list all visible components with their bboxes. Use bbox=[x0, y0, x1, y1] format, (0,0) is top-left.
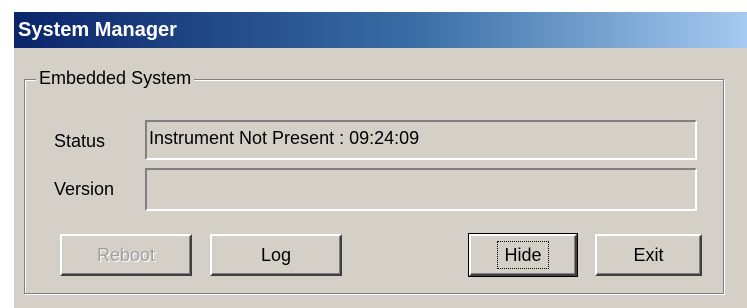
status-field: Instrument Not Present : 09:24:09 bbox=[145, 120, 697, 160]
reboot-button[interactable]: Reboot bbox=[60, 234, 192, 276]
exit-button[interactable]: Exit bbox=[595, 234, 702, 276]
title-bar[interactable]: System Manager bbox=[14, 12, 747, 48]
group-label: Embedded System bbox=[36, 66, 195, 90]
log-button[interactable]: Log bbox=[210, 234, 342, 276]
version-label: Version bbox=[54, 179, 115, 199]
version-field bbox=[145, 168, 697, 211]
hide-button-label: Hide bbox=[497, 241, 549, 269]
window-title: System Manager bbox=[18, 19, 177, 41]
status-label: Status bbox=[54, 131, 106, 151]
hide-button[interactable]: Hide bbox=[468, 233, 578, 277]
